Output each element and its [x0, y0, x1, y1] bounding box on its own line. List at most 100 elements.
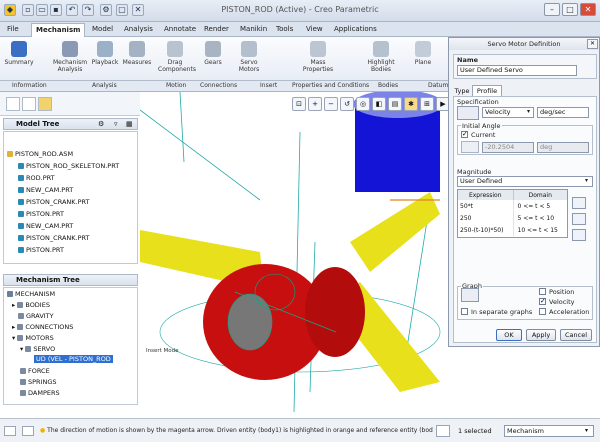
summary-button[interactable]: Summary: [3, 39, 35, 79]
mech-item-ud-servo[interactable]: UD (VEL - PISTON_ROD: [34, 355, 113, 363]
saved-views-icon[interactable]: ◎: [356, 97, 370, 111]
filter-dropdown-arrow-icon[interactable]: ▾: [585, 427, 588, 434]
magnitude-dropdown-arrow[interactable]: ▾: [585, 177, 588, 184]
tab-render[interactable]: Render: [200, 23, 233, 37]
close-button[interactable]: ✕: [580, 3, 596, 16]
mech-item-force[interactable]: FORCE: [20, 367, 50, 375]
tree-item-piston-crank-2[interactable]: PISTON_CRANK.PRT: [18, 234, 90, 242]
domain-cell[interactable]: 0 <= t < 5: [513, 200, 567, 212]
tree-item-piston-2[interactable]: PISTON.PRT: [18, 246, 64, 254]
table-row[interactable]: 50*t 0 <= t < 5: [458, 200, 567, 212]
tree-columns-icon[interactable]: ▦: [126, 119, 133, 130]
tree-filter-icon[interactable]: ▿: [114, 119, 118, 130]
browser-toggle-icon[interactable]: [22, 426, 34, 436]
dialog-close-icon[interactable]: ✕: [587, 39, 598, 49]
tab-model[interactable]: Model: [88, 23, 117, 37]
tree-item-new-cam-1[interactable]: NEW_CAM.PRT: [18, 186, 73, 194]
playback-button[interactable]: Playback: [90, 39, 120, 79]
expression-cell[interactable]: 250: [458, 212, 514, 224]
folder-browser-icon[interactable]: [22, 97, 36, 111]
mech-item-mechanism[interactable]: MECHANISM: [7, 290, 55, 298]
domain-cell[interactable]: 5 <= t < 10: [513, 212, 567, 224]
remove-row-icon[interactable]: [572, 213, 586, 225]
mech-item-springs[interactable]: SPRINGS: [20, 378, 57, 386]
cancel-button[interactable]: Cancel: [560, 329, 592, 341]
separate-graphs-checkbox[interactable]: [461, 308, 468, 315]
spec-dropdown-arrow[interactable]: ▾: [527, 108, 530, 115]
mechanism-tree-header[interactable]: Mechanism Tree: [3, 274, 138, 286]
model-tree-header[interactable]: Model Tree ⚙ ▿ ▦: [3, 118, 138, 130]
zoom-out-icon[interactable]: −: [324, 97, 338, 111]
table-row[interactable]: 250-(t-10)*50) 10 <= t < 15: [458, 224, 567, 236]
velocity-checkbox[interactable]: ✓: [539, 298, 546, 305]
tree-item-rod[interactable]: ROD.PRT: [18, 174, 55, 182]
tree-item-skeleton[interactable]: PISTON_ROD_SKELETON.PRT: [18, 162, 119, 170]
group-analysis[interactable]: Analysis: [92, 82, 117, 89]
spec-unit-field[interactable]: deg/sec: [537, 107, 589, 118]
repaint-icon[interactable]: ↺: [340, 97, 354, 111]
name-input[interactable]: User Defined Servo: [457, 65, 577, 76]
apply-button[interactable]: Apply: [526, 329, 556, 341]
navigator-toggle-icon[interactable]: [4, 426, 16, 436]
plane-button[interactable]: Plane: [410, 39, 436, 79]
filter-dropdown[interactable]: Mechanism: [504, 425, 594, 437]
mech-item-servo[interactable]: ▾ SERVO: [20, 345, 55, 353]
drag-components-button[interactable]: Drag Components: [158, 39, 196, 79]
add-row-icon[interactable]: [572, 197, 586, 209]
servo-motors-button[interactable]: Servo Motors: [234, 39, 264, 79]
graph-plot-icon[interactable]: [461, 288, 479, 302]
zoom-in-icon[interactable]: +: [308, 97, 322, 111]
acceleration-checkbox[interactable]: [539, 308, 546, 315]
tab-type[interactable]: Type: [453, 86, 471, 96]
tab-annotate[interactable]: Annotate: [160, 23, 200, 37]
minimize-button[interactable]: –: [544, 3, 560, 16]
mech-item-bodies[interactable]: ▸ BODIES: [12, 301, 50, 309]
graphics-viewport[interactable]: Insert Mode: [139, 90, 448, 418]
group-insert: Insert: [260, 82, 278, 89]
expression-header[interactable]: Expression: [458, 190, 514, 200]
display-style-icon[interactable]: ◧: [372, 97, 386, 111]
mech-item-gravity[interactable]: GRAVITY: [18, 312, 54, 320]
datum-display-icon[interactable]: ✱: [404, 97, 418, 111]
tab-file[interactable]: File: [3, 23, 23, 37]
model-tree-tab-icon[interactable]: [6, 97, 20, 111]
tab-profile[interactable]: Profile: [472, 85, 502, 96]
tree-item-new-cam-2[interactable]: NEW_CAM.PRT: [18, 222, 73, 230]
mech-item-dampers[interactable]: DAMPERS: [20, 389, 60, 397]
gears-button[interactable]: Gears: [198, 39, 228, 79]
tab-analysis[interactable]: Analysis: [120, 23, 157, 37]
measures-button[interactable]: Measures: [122, 39, 152, 79]
magnitude-dropdown[interactable]: User Defined: [457, 176, 593, 187]
tab-manikin[interactable]: Manikin: [236, 23, 271, 37]
expression-cell[interactable]: 50*t: [458, 200, 514, 212]
refit-icon[interactable]: ⊡: [292, 97, 306, 111]
spec-reference-icon[interactable]: [457, 106, 479, 120]
tree-item-piston-crank-1[interactable]: PISTON_CRANK.PRT: [18, 198, 90, 206]
tree-item-piston-1[interactable]: PISTON.PRT: [18, 210, 64, 218]
angle-value-field[interactable]: -20.2504: [482, 142, 534, 153]
selection-filter-icon[interactable]: [436, 425, 450, 437]
mass-properties-button[interactable]: Mass Properties: [300, 39, 336, 79]
tab-tools[interactable]: Tools: [272, 23, 297, 37]
maximize-button[interactable]: □: [562, 3, 578, 16]
mechanism-analysis-button[interactable]: Mechanism Analysis: [52, 39, 88, 79]
tree-item-asm[interactable]: PISTON_ROD.ASM: [7, 150, 73, 158]
tab-applications[interactable]: Applications: [330, 23, 381, 37]
edit-expression-icon[interactable]: [572, 229, 586, 241]
domain-cell[interactable]: 10 <= t < 15: [513, 224, 567, 236]
mech-item-motors[interactable]: ▾ MOTORS: [12, 334, 54, 342]
tab-mechanism[interactable]: Mechanism: [31, 23, 86, 37]
current-checkbox[interactable]: ✓: [461, 131, 468, 138]
mech-item-connections[interactable]: ▸ CONNECTIONS: [12, 323, 73, 331]
view-manager-icon[interactable]: ▤: [388, 97, 402, 111]
domain-header[interactable]: Domain: [513, 190, 567, 200]
tab-view[interactable]: View: [302, 23, 327, 37]
expression-cell[interactable]: 250-(t-10)*50): [458, 224, 514, 236]
position-checkbox[interactable]: [539, 288, 546, 295]
ok-button[interactable]: OK: [496, 329, 522, 341]
highlight-bodies-button[interactable]: Highlight Bodies: [364, 39, 398, 79]
table-row[interactable]: 250 5 <= t < 10: [458, 212, 567, 224]
tree-settings-icon[interactable]: ⚙: [98, 119, 104, 130]
favorites-icon[interactable]: [38, 97, 52, 111]
annotation-display-icon[interactable]: ⊞: [420, 97, 434, 111]
